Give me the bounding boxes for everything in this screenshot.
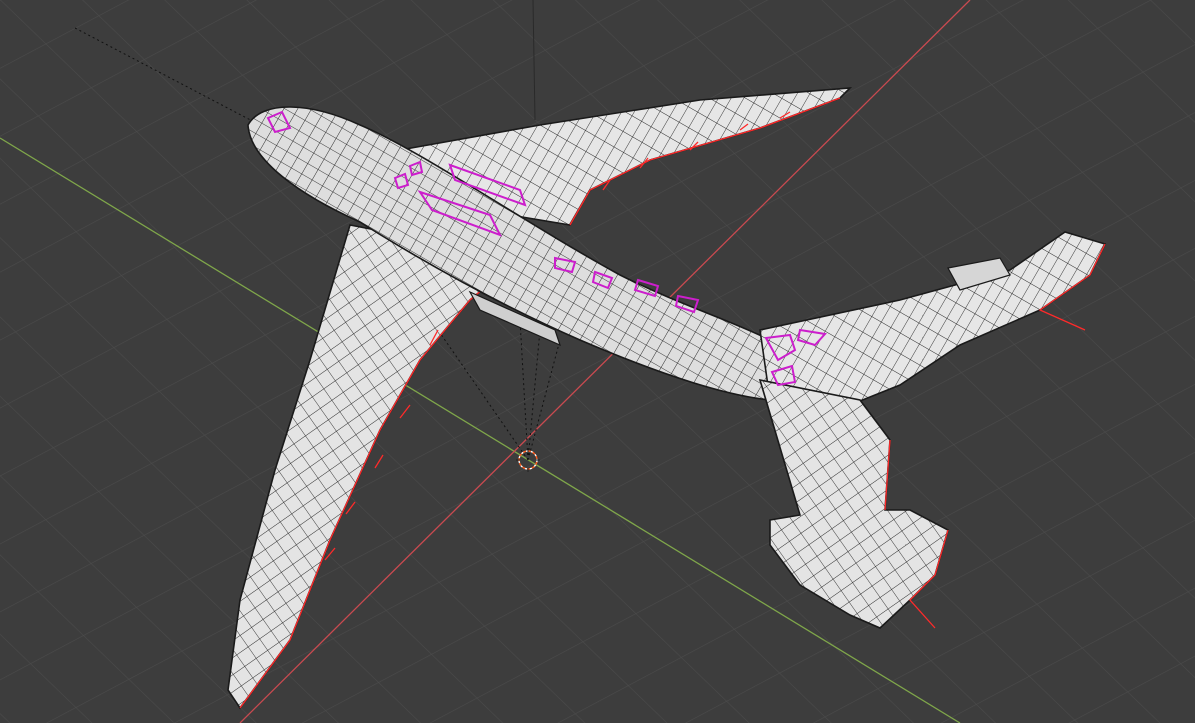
viewport-canvas[interactable] [0,0,1195,723]
floor-grid [0,0,1195,723]
3d-viewport[interactable] [0,0,1195,723]
